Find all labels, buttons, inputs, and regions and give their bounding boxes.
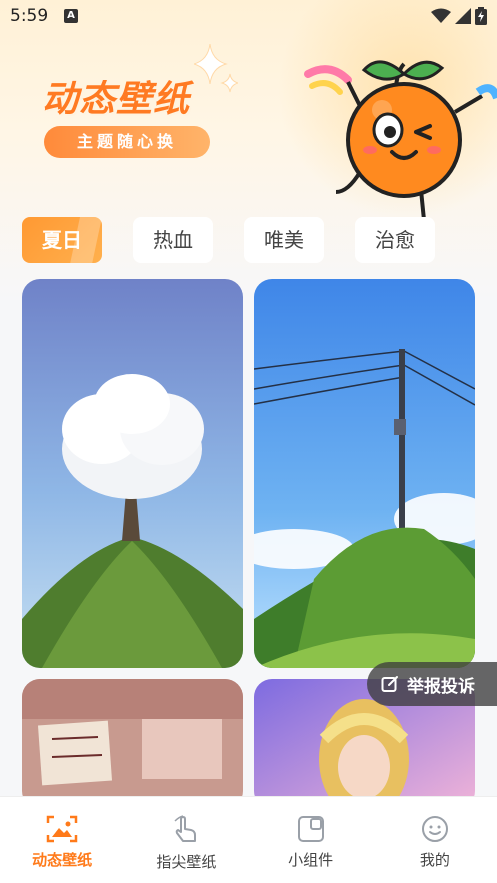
wifi-icon xyxy=(431,8,451,23)
tab-beautiful[interactable]: 唯美 xyxy=(244,217,324,263)
finger-tap-icon xyxy=(174,815,197,842)
cloud-tree-image xyxy=(22,279,243,668)
signal-icon xyxy=(455,8,471,24)
smiley-icon xyxy=(421,816,448,842)
nav-item-widgets[interactable]: 小组件 xyxy=(249,797,373,883)
handwritten-notes-image xyxy=(22,679,243,809)
bottom-navigation: 动态壁纸 指尖壁纸 小组件 我的 xyxy=(0,796,497,883)
nav-label-widgets: 小组件 xyxy=(288,851,334,869)
orange-mascot-illustration xyxy=(304,60,497,221)
tab-healing[interactable]: 治愈 xyxy=(355,217,435,263)
wallpaper-card-handwritten-notes[interactable] xyxy=(22,679,243,809)
widget-icon xyxy=(297,816,324,842)
sparkle-icon xyxy=(194,44,238,93)
image-frame-icon xyxy=(46,815,78,843)
wallpaper-card-cloud-tree[interactable] xyxy=(22,279,243,668)
notification-badge: A xyxy=(64,9,78,23)
subtitle-pill: 主题随心换 xyxy=(44,126,210,158)
edit-icon xyxy=(381,676,398,692)
report-complaint-button[interactable]: 举报投诉 xyxy=(367,662,497,706)
status-time: 5:59 xyxy=(10,6,49,26)
status-icons xyxy=(431,7,487,25)
nav-label-mine: 我的 xyxy=(419,851,450,869)
nav-item-mine[interactable]: 我的 xyxy=(373,797,497,883)
nav-label-dynamic-wallpaper: 动态壁纸 xyxy=(32,851,93,869)
category-tabs: 夏日 热血 唯美 治愈 xyxy=(22,217,435,263)
status-bar: 5:59 A xyxy=(0,0,497,32)
tab-summer[interactable]: 夏日 xyxy=(22,217,102,263)
nav-label-fingertip-wallpaper: 指尖壁纸 xyxy=(156,853,217,871)
tab-passion[interactable]: 热血 xyxy=(133,217,213,263)
report-button-label: 举报投诉 xyxy=(407,676,475,697)
nav-item-dynamic-wallpaper[interactable]: 动态壁纸 xyxy=(0,797,124,883)
page-title: 动态壁纸 xyxy=(42,79,191,120)
power-pole-image xyxy=(254,279,475,668)
nav-item-fingertip-wallpaper[interactable]: 指尖壁纸 xyxy=(124,797,248,883)
wallpaper-card-power-pole[interactable] xyxy=(254,279,475,668)
battery-icon xyxy=(475,7,487,25)
